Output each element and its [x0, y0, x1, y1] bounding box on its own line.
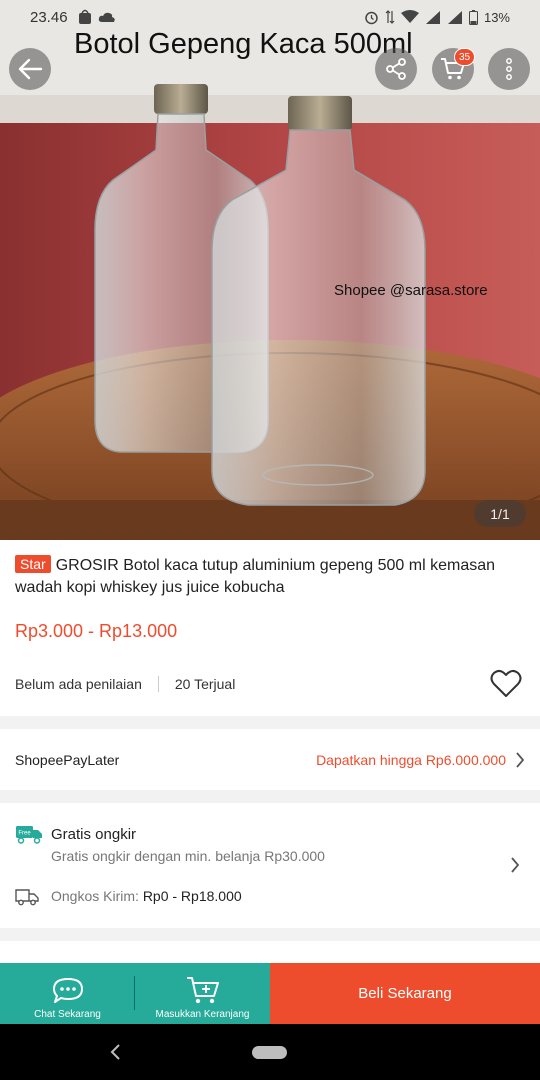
product-price: Rp3.000 - Rp13.000 [15, 621, 178, 641]
image-counter: 1/1 [474, 500, 526, 527]
signal-icon [425, 10, 440, 24]
product-image[interactable]: 23.46 13% Botol Gepeng Kaca 500ml 35 Sho… [0, 0, 540, 540]
status-time: 23.46 [30, 8, 68, 26]
back-button[interactable] [9, 48, 51, 90]
shopee-notification-icon [78, 9, 91, 24]
cloud-icon [98, 12, 115, 22]
alarm-icon [365, 11, 378, 24]
nav-home-pill[interactable] [252, 1046, 287, 1059]
rating-text[interactable]: Belum ada penilaian [15, 676, 142, 692]
more-options-button[interactable] [488, 48, 530, 90]
rating-row: Belum ada penilaian 20 Terjual [15, 676, 235, 692]
system-navigation-bar [0, 1024, 540, 1080]
data-arrows-icon [385, 10, 395, 24]
chat-now-label: Chat Sekarang [34, 1009, 101, 1020]
image-watermark: Shopee @sarasa.store [334, 282, 488, 299]
shipping-cost: Ongkos Kirim: Rp0 - Rp18.000 [51, 888, 242, 904]
nav-back-icon[interactable] [108, 1042, 124, 1062]
back-arrow-icon [18, 58, 43, 80]
paylater-promo: Dapatkan hingga Rp6.000.000 [316, 751, 506, 768]
wifi-icon [400, 10, 419, 23]
image-overlay-title: Botol Gepeng Kaca 500ml [74, 28, 413, 60]
star-seller-badge: Star [15, 555, 51, 573]
add-to-cart-label: Masukkan Keranjang [155, 1009, 250, 1020]
product-title-block: Star GROSIR Botol kaca tutup aluminium ge… [15, 555, 525, 599]
favorite-button[interactable] [490, 669, 522, 704]
paylater-row[interactable]: ShopeePayLater Dapatkan hingga Rp6.000.0… [0, 729, 540, 790]
shipping-cost-label: Ongkos Kirim: [51, 888, 139, 904]
chat-bubble-icon [52, 978, 83, 1003]
chat-now-button[interactable]: Chat Sekarang [0, 963, 135, 1024]
free-icon-text: Free [18, 831, 31, 837]
rating-divider [157, 676, 159, 692]
more-vertical-icon [506, 58, 512, 80]
battery-level: 13% [483, 9, 510, 25]
chevron-right-icon [511, 857, 520, 873]
sold-count: 20 Terjual [174, 676, 236, 692]
buy-now-button[interactable]: Beli Sekarang [270, 963, 540, 1024]
truck-icon [15, 889, 39, 906]
paylater-label: ShopeePayLater [15, 751, 120, 768]
buy-now-label: Beli Sekarang [358, 985, 452, 1002]
next-section-peek [0, 941, 540, 963]
shipping-cost-value: Rp0 - Rp18.000 [142, 888, 242, 904]
battery-icon [468, 9, 478, 25]
shipping-section[interactable]: Free Gratis ongkir Gratis ongkir dengan … [0, 803, 540, 928]
chevron-right-icon [515, 751, 525, 768]
product-info-section: Star GROSIR Botol kaca tutup aluminium ge… [0, 540, 540, 716]
share-button[interactable] [375, 48, 417, 90]
add-to-cart-icon [186, 977, 219, 1004]
heart-outline-icon [490, 669, 522, 697]
signal-2-icon [447, 10, 462, 24]
share-icon [386, 58, 406, 80]
product-title: GROSIR Botol kaca tutup aluminium gepeng… [15, 557, 496, 596]
add-to-cart-button[interactable]: Masukkan Keranjang [135, 963, 270, 1024]
free-shipping-subtitle: Gratis ongkir dengan min. belanja Rp30.0… [51, 848, 325, 864]
free-shipping-title: Gratis ongkir [51, 826, 137, 843]
bottom-action-bar: Chat Sekarang Masukkan Keranjang Beli Se… [0, 963, 540, 1024]
cart-count-badge: 35 [454, 48, 475, 66]
free-shipping-icon: Free [16, 826, 42, 844]
